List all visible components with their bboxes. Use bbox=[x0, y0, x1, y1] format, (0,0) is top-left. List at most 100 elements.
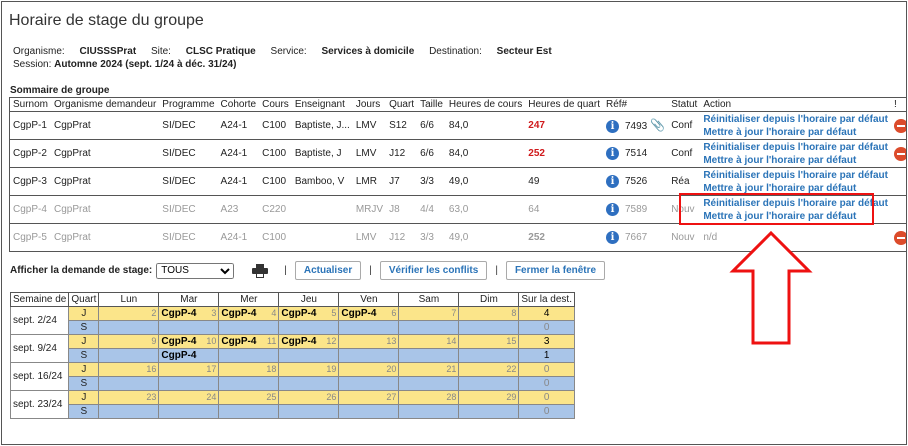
day-number: 16 bbox=[146, 364, 157, 374]
calendar-day-cell[interactable] bbox=[338, 376, 400, 391]
calendar-day-cell[interactable]: CgpP-4 4 bbox=[218, 306, 280, 321]
placement-event[interactable]: CgpP-4 bbox=[161, 350, 196, 361]
calendar-day-cell[interactable] bbox=[278, 404, 340, 419]
calendar-day-cell[interactable] bbox=[218, 376, 280, 391]
calendar-day-cell[interactable] bbox=[458, 320, 520, 335]
calendar-day-cell[interactable]: CgpP-4 bbox=[158, 348, 220, 363]
reset-from-default-link[interactable]: Réinitialiser depuis l'horaire par défau… bbox=[703, 141, 888, 154]
calendar-day-cell[interactable] bbox=[98, 376, 160, 391]
calendar-day-cell[interactable] bbox=[338, 404, 400, 419]
calendar-day-cell[interactable]: 9 bbox=[98, 334, 160, 349]
calendar-day-cell[interactable] bbox=[458, 404, 520, 419]
cell-teacher bbox=[291, 223, 353, 252]
calendar-day-cell[interactable] bbox=[158, 376, 220, 391]
calendar-day-cell[interactable]: CgpP-4 10 bbox=[158, 334, 220, 349]
update-default-link[interactable]: Mettre à jour l'horaire par défaut bbox=[703, 210, 888, 223]
calendar-day-cell[interactable]: 22 bbox=[458, 362, 520, 377]
calendar-day-cell[interactable]: CgpP-4 6 bbox=[338, 306, 400, 321]
calendar-day-cell[interactable]: 18 bbox=[218, 362, 280, 377]
calendar-day-cell[interactable]: 28 bbox=[398, 390, 460, 405]
calendar-day-cell[interactable]: 17 bbox=[158, 362, 220, 377]
calendar-day-cell[interactable] bbox=[158, 404, 220, 419]
calendar-day-cell[interactable] bbox=[458, 376, 520, 391]
calendar-day-cell[interactable] bbox=[98, 320, 160, 335]
calendar-day-cell[interactable]: 19 bbox=[278, 362, 340, 377]
cell-action: Réinitialiser depuis l'horaire par défau… bbox=[700, 139, 891, 168]
update-default-link[interactable]: Mettre à jour l'horaire par défaut bbox=[703, 154, 888, 167]
check-conflicts-button[interactable]: Vérifier les conflits bbox=[379, 261, 488, 280]
request-filter-select[interactable]: TOUS bbox=[156, 262, 235, 279]
calendar-day-cell[interactable]: 24 bbox=[158, 390, 220, 405]
info-icon[interactable]: i bbox=[605, 147, 619, 160]
reset-from-default-link[interactable]: Réinitialiser depuis l'horaire par défau… bbox=[703, 169, 888, 182]
ref-number: 7526 bbox=[624, 176, 648, 188]
placement-event[interactable]: CgpP-4 bbox=[281, 336, 316, 347]
print-icon[interactable] bbox=[252, 263, 269, 278]
calendar-day-cell[interactable] bbox=[98, 404, 160, 419]
info-icon[interactable]: i bbox=[605, 175, 619, 188]
remove-icon[interactable] bbox=[893, 118, 906, 133]
summary-title: Sommaire de groupe bbox=[10, 85, 110, 96]
placement-event[interactable]: CgpP-4 bbox=[281, 308, 316, 319]
calendar-day-cell[interactable]: 13 bbox=[338, 334, 400, 349]
calendar-day-cell[interactable]: CgpP-4 12 bbox=[278, 334, 340, 349]
shift-label: S bbox=[68, 320, 100, 335]
calendar-day-cell[interactable]: 27 bbox=[338, 390, 400, 405]
calendar-day-cell[interactable] bbox=[458, 348, 520, 363]
calendar-day-cell[interactable] bbox=[218, 320, 280, 335]
calendar-day-cell[interactable]: 16 bbox=[98, 362, 160, 377]
calendar-day-cell[interactable]: CgpP-4 11 bbox=[218, 334, 280, 349]
calendar-day-cell[interactable] bbox=[398, 348, 460, 363]
calendar-day-cell[interactable]: 14 bbox=[398, 334, 460, 349]
info-icon[interactable]: i bbox=[605, 231, 619, 244]
col-header: Heures de quart bbox=[525, 97, 603, 112]
calendar-day-cell[interactable]: 2 bbox=[98, 306, 160, 321]
calendar-day-cell[interactable]: 8 bbox=[458, 306, 520, 321]
calendar-day-cell[interactable] bbox=[158, 320, 220, 335]
calendar-day-cell[interactable]: CgpP-4 5 bbox=[278, 306, 340, 321]
placement-event[interactable]: CgpP-4 bbox=[221, 336, 256, 347]
calendar-day-cell[interactable] bbox=[278, 320, 340, 335]
calendar-day-cell[interactable]: 25 bbox=[218, 390, 280, 405]
calendar-day-cell[interactable]: 23 bbox=[98, 390, 160, 405]
calendar-day-cell[interactable] bbox=[398, 320, 460, 335]
placement-event[interactable]: CgpP-4 bbox=[161, 336, 196, 347]
calendar-day-cell[interactable] bbox=[278, 376, 340, 391]
calendar-day-cell[interactable]: 20 bbox=[338, 362, 400, 377]
calendar-day-cell[interactable] bbox=[398, 404, 460, 419]
update-default-link[interactable]: Mettre à jour l'horaire par défaut bbox=[703, 182, 888, 195]
cal-col-header: Quart bbox=[68, 292, 100, 307]
calendar-day-cell[interactable]: 29 bbox=[458, 390, 520, 405]
dest-value: Secteur Est bbox=[496, 46, 552, 57]
placement-event[interactable]: CgpP-4 bbox=[161, 308, 196, 319]
remove-icon[interactable] bbox=[893, 230, 906, 245]
reset-from-default-link[interactable]: Réinitialiser depuis l'horaire par défau… bbox=[703, 113, 888, 126]
calendar-day-cell[interactable] bbox=[218, 404, 280, 419]
refresh-button[interactable]: Actualiser bbox=[294, 261, 362, 280]
calendar-day-cell[interactable] bbox=[338, 348, 400, 363]
update-default-link[interactable]: Mettre à jour l'horaire par défaut bbox=[703, 126, 888, 139]
calendar-day-cell[interactable] bbox=[278, 348, 340, 363]
calendar-day-cell[interactable]: 26 bbox=[278, 390, 340, 405]
cal-col-header: Mer bbox=[218, 292, 280, 307]
close-window-button[interactable]: Fermer la fenêtre bbox=[505, 261, 606, 280]
info-icon[interactable]: i bbox=[605, 119, 619, 133]
reset-from-default-link[interactable]: Réinitialiser depuis l'horaire par défau… bbox=[703, 197, 888, 210]
calendar-day-cell[interactable] bbox=[398, 376, 460, 391]
shift-label: S bbox=[68, 376, 100, 391]
calendar-day-cell[interactable] bbox=[338, 320, 400, 335]
remove-icon[interactable] bbox=[893, 146, 906, 161]
placement-event[interactable]: CgpP-4 bbox=[341, 308, 376, 319]
calendar-day-cell[interactable] bbox=[218, 348, 280, 363]
paperclip-icon[interactable]: 📎 bbox=[650, 118, 665, 132]
info-icon[interactable]: i bbox=[605, 203, 619, 216]
cell-size: 6/6 bbox=[417, 111, 446, 140]
cell-cohort: A23 bbox=[217, 195, 260, 224]
calendar-day-cell[interactable]: 7 bbox=[398, 306, 460, 321]
calendar-day-cell[interactable]: 21 bbox=[398, 362, 460, 377]
placement-event[interactable]: CgpP-4 bbox=[221, 308, 256, 319]
calendar-day-cell[interactable]: CgpP-4 3 bbox=[158, 306, 220, 321]
calendar-day-cell[interactable]: 15 bbox=[458, 334, 520, 349]
day-number: 24 bbox=[206, 392, 217, 402]
calendar-day-cell[interactable] bbox=[98, 348, 160, 363]
